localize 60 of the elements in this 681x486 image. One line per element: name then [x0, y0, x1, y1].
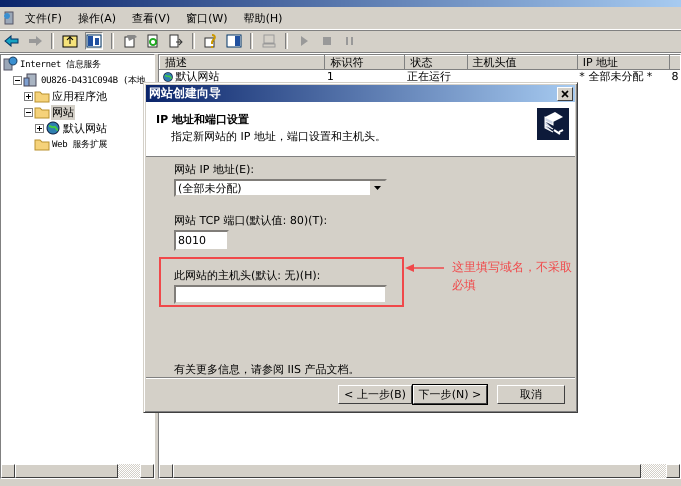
field-label: 此网站的主机头(默认: 无)(H):: [174, 268, 322, 283]
globe-icon: [162, 70, 174, 82]
properties-icon[interactable]: [122, 33, 138, 49]
field-label: 网站 IP 地址(E):: [174, 162, 256, 177]
column-header[interactable]: 标识符: [324, 56, 405, 70]
panes-icon[interactable]: [85, 32, 103, 50]
table-cell: 8: [671, 70, 678, 83]
scroll-right-button[interactable]: [140, 464, 154, 478]
tree-item[interactable]: 网站: [51, 104, 75, 120]
tree-item[interactable]: 应用程序池: [51, 88, 108, 104]
globe-icon: [45, 120, 61, 136]
expand-icon[interactable]: [35, 124, 44, 132]
field-label: 网站 TCP 端口(默认值: 80)(T):: [174, 213, 328, 228]
wizard-button[interactable]: < 上一步(B): [338, 384, 412, 404]
wizard-description: 指定新网站的 IP 地址，端口设置和主机头。: [171, 129, 386, 144]
tree-item[interactable]: Internet 信息服务: [19, 58, 102, 70]
export-icon[interactable]: [168, 33, 184, 49]
scrollbar-thumb[interactable]: [173, 464, 642, 478]
table-cell: 正在运行: [406, 70, 451, 83]
server-globe-icon: [2, 56, 18, 72]
collapse-icon[interactable]: [24, 108, 33, 116]
wizard-heading: IP 地址和端口设置: [156, 112, 250, 127]
scroll-right-button[interactable]: [666, 464, 680, 478]
help-icon[interactable]: [203, 33, 219, 49]
table-cell: 1: [326, 70, 334, 83]
server-icon: [23, 72, 39, 88]
ip-address-dropdown[interactable]: (全部未分配): [174, 179, 387, 197]
app-icon: [2, 10, 16, 26]
up-folder-icon[interactable]: [62, 33, 78, 49]
column-header[interactable]: 主机头值: [467, 56, 578, 70]
menu-item[interactable]: 操作(A): [70, 8, 124, 28]
books-icon: [537, 108, 569, 140]
host-header-input[interactable]: [174, 285, 387, 304]
close-button[interactable]: [557, 86, 573, 100]
tree-item[interactable]: Web 服务扩展: [51, 138, 108, 150]
menu-item[interactable]: 帮助(H): [236, 8, 290, 28]
dialog-title: 网站创建向导: [149, 85, 221, 102]
expand-icon[interactable]: [24, 92, 33, 100]
annotation-text: 这里填写域名，不采取必填: [452, 259, 573, 294]
column-header[interactable]: 描述: [160, 56, 325, 70]
close-icon: [560, 88, 570, 98]
tree-item[interactable]: 默认网站: [62, 120, 108, 136]
scrollbar-thumb[interactable]: [15, 464, 118, 478]
scroll-left-button[interactable]: [159, 464, 173, 478]
column-header[interactable]: 状态: [404, 56, 468, 70]
wizard-button[interactable]: 取消: [497, 384, 565, 404]
port-input[interactable]: 8010: [174, 230, 229, 251]
column-header[interactable]: [669, 56, 680, 70]
menu-item[interactable]: 查看(V): [125, 8, 178, 28]
pane-icon[interactable]: [226, 33, 242, 49]
table-cell: * 全部未分配 *: [579, 70, 652, 83]
wizard-button[interactable]: 下一步(N) >: [413, 384, 487, 404]
column-header[interactable]: IP 地址: [577, 56, 670, 70]
collapse-icon[interactable]: [13, 76, 22, 84]
table-cell: 默认网站: [176, 70, 220, 83]
back-arrow-icon[interactable]: [4, 33, 20, 49]
scroll-left-button[interactable]: [1, 464, 15, 478]
info-text: 有关更多信息，请参阅 IIS 产品文档。: [174, 362, 360, 377]
menu-item[interactable]: 窗口(W): [179, 8, 235, 28]
menu-item[interactable]: 文件(F): [18, 8, 69, 28]
